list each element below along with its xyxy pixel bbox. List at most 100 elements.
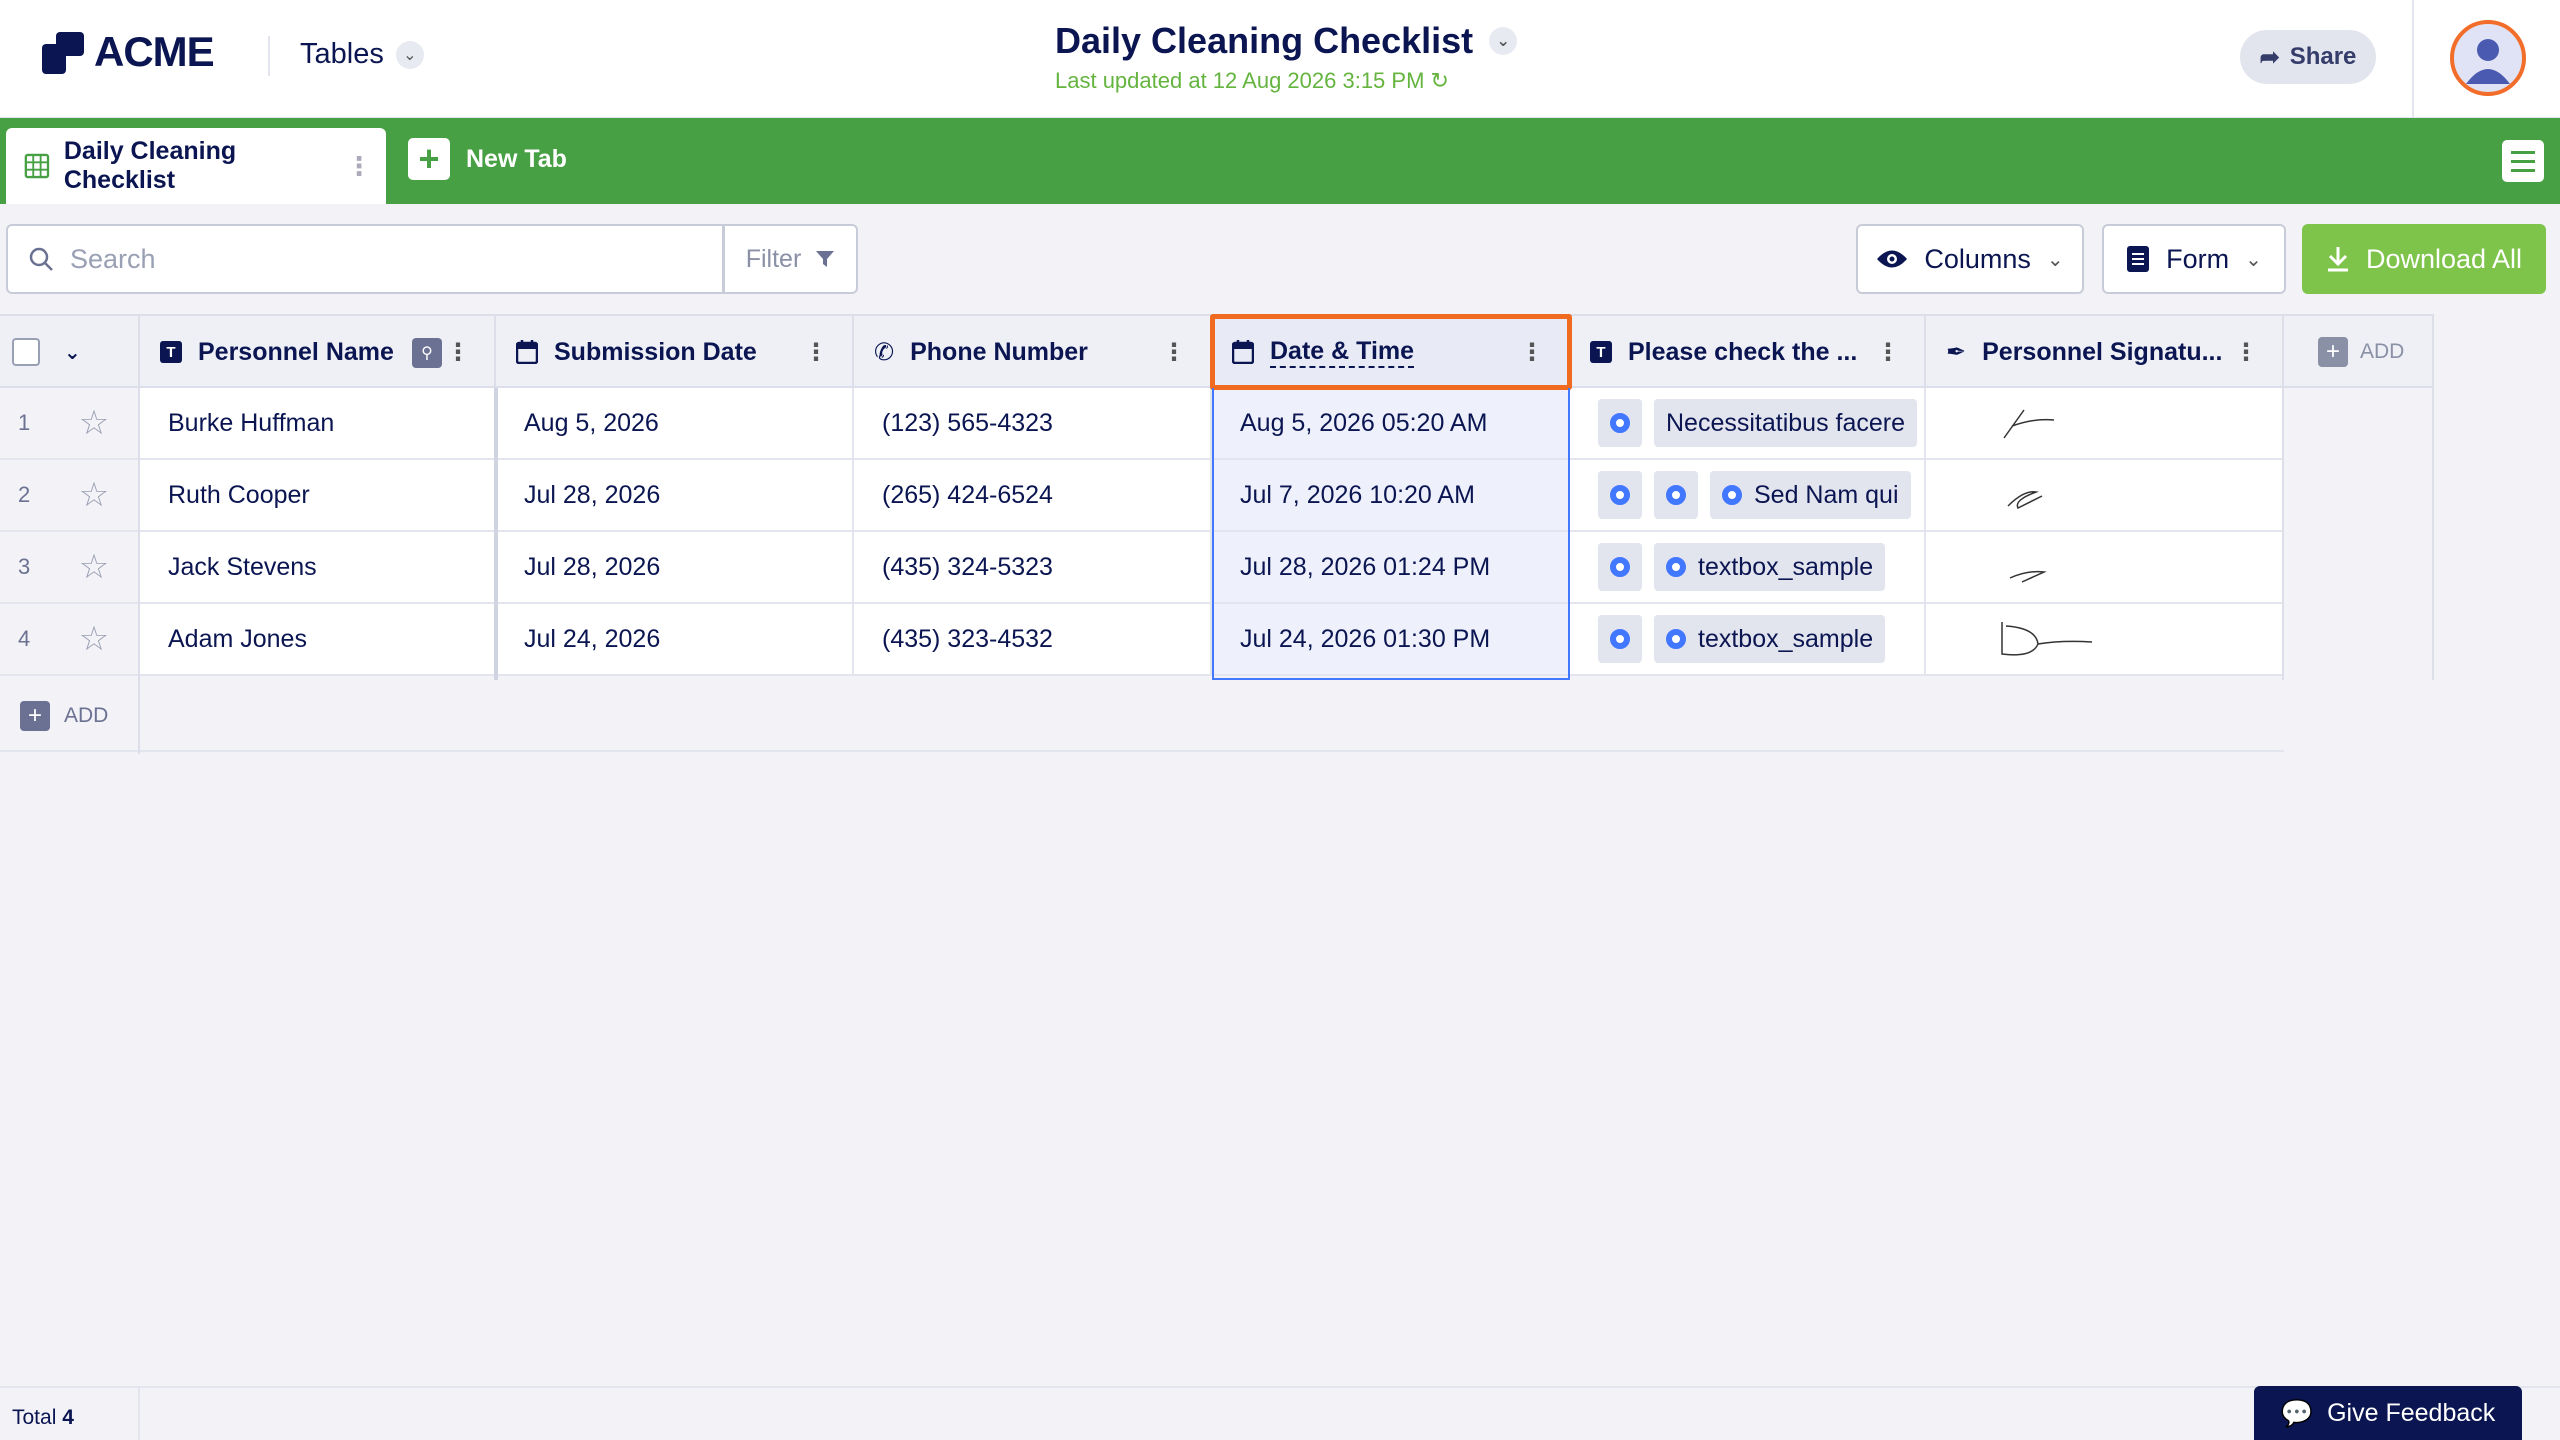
- signature-image: [2009, 570, 2047, 583]
- cell-date-time[interactable]: Jul 24, 2026 01:30 PM: [1212, 604, 1570, 676]
- form-icon: [2127, 246, 2150, 272]
- column-header-personnel-name[interactable]: T Personnel Name ⚲ ⋮: [140, 316, 496, 388]
- cell-date-time[interactable]: Aug 5, 2026 05:20 AM: [1212, 388, 1570, 460]
- share-icon: ➦: [2259, 43, 2280, 71]
- column-menu-icon[interactable]: ⋮: [2234, 338, 2258, 367]
- frozen-column-divider: [494, 388, 498, 680]
- hamburger-menu-icon[interactable]: [2502, 140, 2544, 182]
- column-header-label-editing[interactable]: Date & Time: [1270, 337, 1415, 368]
- tab-label: Daily Cleaning Checklist: [63, 137, 237, 194]
- check-text-tag: Sed Nam qui: [1710, 471, 1911, 519]
- check-text: textbox_sample: [1698, 552, 1874, 581]
- cell-signature[interactable]: [1926, 604, 2284, 676]
- cell-submission-date[interactable]: Aug 5, 2026: [496, 388, 854, 460]
- cell-please-check[interactable]: Necessitatibus facere: [1570, 388, 1926, 460]
- pin-icon[interactable]: ⚲: [412, 338, 442, 368]
- cell-signature[interactable]: [1926, 460, 2284, 532]
- column-header-label: Please check the ...: [1628, 337, 1858, 366]
- cell-date-time[interactable]: Jul 28, 2026 01:24 PM: [1212, 532, 1570, 604]
- search-box: [6, 224, 724, 294]
- text-field-icon: T: [1590, 341, 1612, 363]
- column-menu-icon[interactable]: ⋮: [1162, 338, 1186, 367]
- column-header-label: Submission Date: [554, 337, 757, 366]
- row-index: 2: [0, 460, 50, 532]
- add-column-button[interactable]: + ADD: [2284, 316, 2434, 388]
- cell-submission-date[interactable]: Jul 28, 2026: [496, 532, 854, 604]
- cell-personnel-name[interactable]: Jack Stevens: [140, 532, 496, 604]
- cell-signature[interactable]: [1926, 388, 2284, 460]
- cell-please-check[interactable]: textbox_sample: [1570, 604, 1926, 676]
- tab-options-icon[interactable]: ⋮: [346, 151, 372, 182]
- radio-icon: [1722, 485, 1742, 505]
- form-button[interactable]: Form ⌄: [2102, 224, 2286, 294]
- cell-phone-number[interactable]: (265) 424-6524: [854, 460, 1212, 532]
- radio-icon: [1610, 413, 1630, 433]
- check-text: Sed Nam qui: [1754, 480, 1899, 509]
- cell-phone-number[interactable]: (435) 323-4532: [854, 604, 1212, 676]
- give-feedback-button[interactable]: 💬 Give Feedback: [2254, 1386, 2522, 1440]
- download-all-button[interactable]: Download All: [2302, 224, 2546, 294]
- column-header-please-check[interactable]: T Please check the ... ⋮: [1570, 316, 1926, 388]
- check-option-tag: [1654, 471, 1698, 519]
- filter-button[interactable]: Filter: [724, 224, 858, 294]
- tab-daily-cleaning-checklist[interactable]: Daily Cleaning Checklist ⋮: [6, 128, 386, 204]
- tab-bar: Daily Cleaning Checklist ⋮ + New Tab: [0, 118, 2560, 204]
- cell-please-check[interactable]: textbox_sample: [1570, 532, 1926, 604]
- column-header-date-time[interactable]: Date & Time ⋮: [1212, 316, 1570, 388]
- share-button[interactable]: ➦ Share: [2240, 30, 2376, 84]
- avatar[interactable]: [2450, 20, 2526, 96]
- column-menu-icon[interactable]: ⋮: [446, 338, 470, 367]
- star-icon[interactable]: ☆: [50, 532, 140, 604]
- cell-date-time[interactable]: Jul 7, 2026 10:20 AM: [1212, 460, 1570, 532]
- row-index: 4: [0, 604, 50, 676]
- chevron-down-icon: ⌄: [2046, 248, 2064, 271]
- star-icon[interactable]: ☆: [50, 604, 140, 676]
- columns-button[interactable]: Columns ⌄: [1856, 224, 2084, 294]
- chevron-down-icon[interactable]: ⌄: [1489, 27, 1518, 55]
- footer-divider: [138, 1388, 140, 1440]
- chevron-down-icon: ⌄: [2245, 248, 2262, 271]
- select-all-checkbox[interactable]: [12, 338, 40, 366]
- cell-submission-date[interactable]: Jul 28, 2026: [496, 460, 854, 532]
- new-tab-button[interactable]: + New Tab: [408, 138, 567, 180]
- cell-please-check[interactable]: Sed Nam qui: [1570, 460, 1926, 532]
- footer-bar: Total 4: [0, 1386, 2560, 1440]
- search-input[interactable]: [70, 243, 670, 275]
- signature-pen-icon: ✒: [1946, 338, 1967, 366]
- star-icon[interactable]: ☆: [50, 460, 140, 532]
- star-icon[interactable]: ☆: [50, 388, 140, 460]
- add-row-button[interactable]: + ADD: [20, 701, 108, 731]
- form-label: Form: [2166, 243, 2230, 274]
- column-divider: [138, 388, 140, 754]
- acme-logo[interactable]: ACME: [42, 28, 215, 76]
- cell-personnel-name[interactable]: Burke Huffman: [140, 388, 496, 460]
- check-option-tag: [1598, 543, 1642, 591]
- header-divider: [2412, 0, 2414, 118]
- eye-icon: [1877, 250, 1908, 268]
- filter-icon: [816, 251, 835, 267]
- page-title[interactable]: Daily Cleaning Checklist ⌄: [1055, 20, 1518, 62]
- column-menu-icon[interactable]: ⋮: [804, 338, 828, 367]
- column-header-personnel-signature[interactable]: ✒ Personnel Signatu... ⋮: [1926, 316, 2284, 388]
- cell-personnel-name[interactable]: Ruth Cooper: [140, 460, 496, 532]
- refresh-icon[interactable]: ↻: [1431, 68, 1449, 93]
- column-header-submission-date[interactable]: Submission Date ⋮: [496, 316, 854, 388]
- column-header-phone-number[interactable]: ✆ Phone Number ⋮: [854, 316, 1212, 388]
- cell-phone-number[interactable]: (123) 565-4323: [854, 388, 1212, 460]
- tables-menu[interactable]: Tables ⌄: [300, 38, 424, 71]
- title-block: Daily Cleaning Checklist ⌄ Last updated …: [1055, 20, 1518, 94]
- column-menu-icon[interactable]: ⋮: [1520, 338, 1544, 367]
- cell-submission-date[interactable]: Jul 24, 2026: [496, 604, 854, 676]
- signature-image: [2001, 622, 2093, 656]
- cell-personnel-name[interactable]: Adam Jones: [140, 604, 496, 676]
- total-count: Total 4: [12, 1406, 74, 1430]
- column-menu-icon[interactable]: ⋮: [1876, 338, 1900, 367]
- cell-signature[interactable]: [1926, 532, 2284, 604]
- cell-phone-number[interactable]: (435) 324-5323: [854, 532, 1212, 604]
- chevron-down-icon: ⌄: [395, 40, 424, 69]
- logo-icon: [42, 30, 86, 74]
- check-text: textbox_sample: [1698, 624, 1874, 653]
- column-divider: [2432, 314, 2434, 680]
- add-column-label: ADD: [2360, 340, 2405, 363]
- chevron-down-icon[interactable]: ⌄: [64, 340, 81, 365]
